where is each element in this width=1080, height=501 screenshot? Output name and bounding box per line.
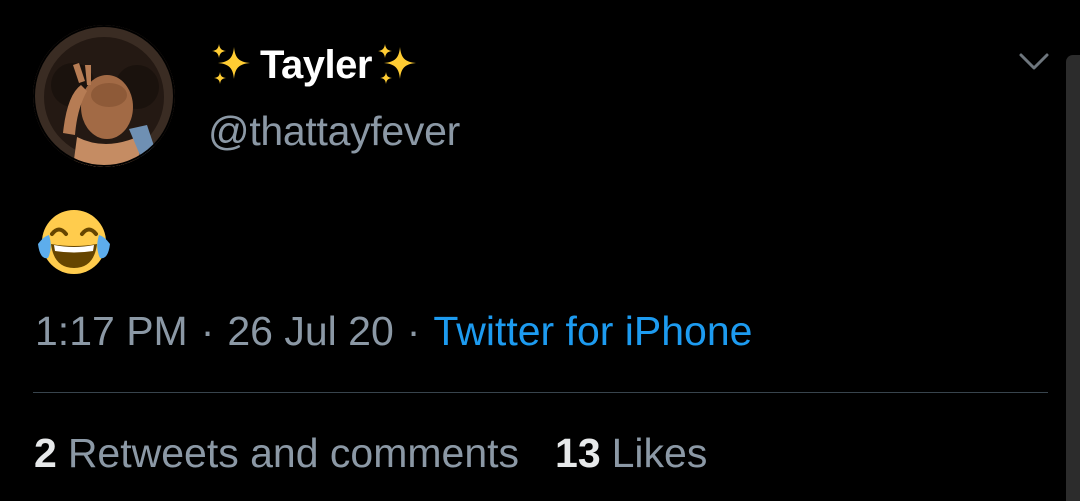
likes-label: Likes (611, 429, 708, 476)
chevron-down-icon[interactable] (1018, 50, 1050, 74)
scrollbar[interactable] (1066, 55, 1080, 501)
divider (33, 392, 1048, 393)
likes-stat[interactable]: 13 Likes (555, 430, 707, 477)
avatar-image (33, 25, 175, 167)
meta-separator: · (200, 307, 215, 354)
user-handle[interactable]: @thattayfever (208, 108, 460, 155)
retweets-stat[interactable]: 2 Retweets and comments (34, 430, 519, 477)
sparkles-icon (376, 43, 420, 87)
user-name-row[interactable]: Tayler (210, 40, 420, 90)
tweet-stats: 2 Retweets and comments 13 Likes (34, 428, 707, 478)
display-name: Tayler (260, 42, 372, 87)
meta-separator: · (406, 307, 421, 354)
sparkles-icon (210, 43, 254, 87)
tweet-source-link[interactable]: Twitter for iPhone (433, 308, 752, 355)
tweet-time[interactable]: 1:17 PM (35, 308, 188, 355)
avatar[interactable] (33, 25, 175, 167)
retweets-count: 2 (34, 429, 57, 476)
tears-of-joy-emoji-icon (36, 208, 112, 278)
likes-count: 13 (555, 429, 601, 476)
retweets-label: Retweets and comments (67, 429, 520, 476)
tweet-meta: 1:17 PM · 26 Jul 20 · Twitter for iPhone (35, 306, 752, 356)
tweet-date[interactable]: 26 Jul 20 (227, 308, 393, 355)
